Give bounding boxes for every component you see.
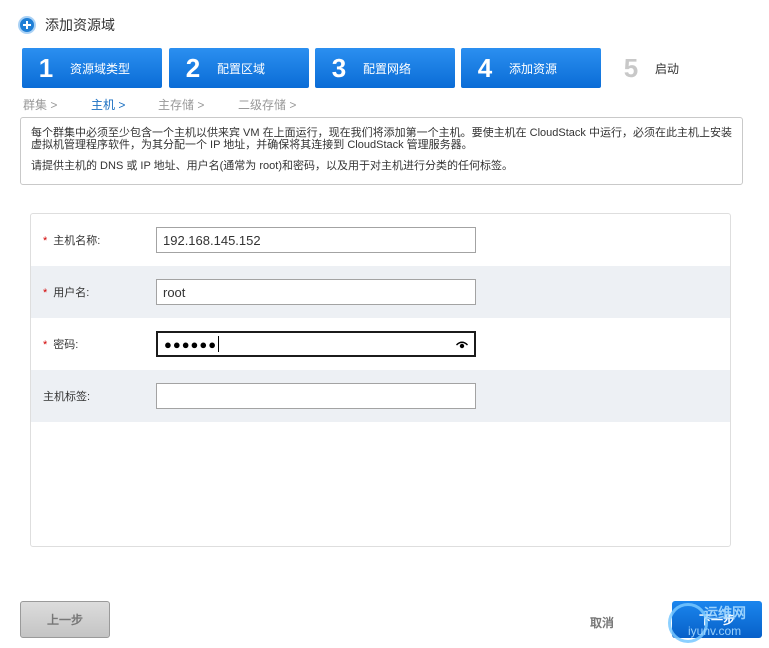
step-label: 配置区域 xyxy=(217,61,266,76)
breadcrumb-primary-storage: 主存储 > xyxy=(158,98,205,112)
step-label: 启动 xyxy=(655,61,680,76)
step-number: 4 xyxy=(477,52,493,83)
step-setup-zone: 2 配置区域 xyxy=(169,48,309,88)
username-label: * 用户名: xyxy=(43,287,90,299)
username-input[interactable]: root xyxy=(156,279,476,305)
step-add-resources: 4 添加资源 xyxy=(461,48,601,88)
step-launch: 5 启动 xyxy=(607,48,747,88)
form-row-username: * 用户名: root xyxy=(31,266,730,318)
step-label: 配置网络 xyxy=(363,61,412,76)
password-label: * 密码: xyxy=(43,339,79,351)
previous-button[interactable]: 上一步 xyxy=(20,601,110,638)
host-tags-input[interactable] xyxy=(156,383,476,409)
step-number: 1 xyxy=(38,52,54,83)
form-row-host-tags: 主机标签: xyxy=(31,370,730,422)
page-title: 添加资源域 xyxy=(45,17,115,33)
eye-icon[interactable] xyxy=(456,341,468,349)
password-value: ●●●●●● xyxy=(164,336,218,352)
host-tags-label: 主机标签: xyxy=(43,391,91,403)
form-row-password: * 密码: ●●●●●● xyxy=(31,318,730,370)
step-label: 添加资源 xyxy=(509,61,558,76)
required-mark: * xyxy=(43,339,48,351)
host-name-label: * 主机名称: xyxy=(43,235,101,247)
host-name-input[interactable]: 192.168.145.152 xyxy=(156,227,476,253)
step-setup-network: 3 配置网络 xyxy=(315,48,455,88)
watermark-text-2: iyunv.com xyxy=(688,624,742,638)
description-line-1: 每个群集中必须至少包含一个主机以供来宾 VM 在上面运行，现在我们将添加第一个主… xyxy=(31,127,732,151)
step-zone-type: 1 资源域类型 xyxy=(22,48,162,88)
breadcrumb-host: 主机 > xyxy=(91,98,126,112)
step-number: 2 xyxy=(185,52,201,83)
watermark-text-1: 运维网 xyxy=(704,605,746,621)
step-number: 3 xyxy=(331,52,347,83)
host-description-box: 每个群集中必须至少包含一个主机以供来宾 VM 在上面运行，现在我们将添加第一个主… xyxy=(20,117,743,185)
add-host-form: * 主机名称: 192.168.145.152 * 用户名: root * 密码: ●… xyxy=(30,213,731,547)
form-row-host-name: * 主机名称: 192.168.145.152 xyxy=(31,214,730,266)
cancel-button[interactable]: 取消 xyxy=(590,614,614,631)
breadcrumb-cluster: 群集 > xyxy=(23,98,58,112)
description-line-2: 请提供主机的 DNS 或 IP 地址、用户名(通常为 root)和密码，以及用于… xyxy=(31,160,513,172)
watermark-logo: 运维网 iyunv.com xyxy=(666,597,766,645)
wizard-title-bar: 添加资源域 xyxy=(18,14,115,36)
required-mark: * xyxy=(43,287,48,299)
step-number: 5 xyxy=(623,52,639,83)
step-label: 资源域类型 xyxy=(70,61,131,76)
required-mark: * xyxy=(43,235,48,247)
text-caret xyxy=(218,336,220,352)
password-input[interactable]: ●●●●●● xyxy=(156,331,476,357)
breadcrumb-secondary-storage: 二级存储 > xyxy=(238,98,297,112)
add-circle-icon xyxy=(18,16,36,34)
